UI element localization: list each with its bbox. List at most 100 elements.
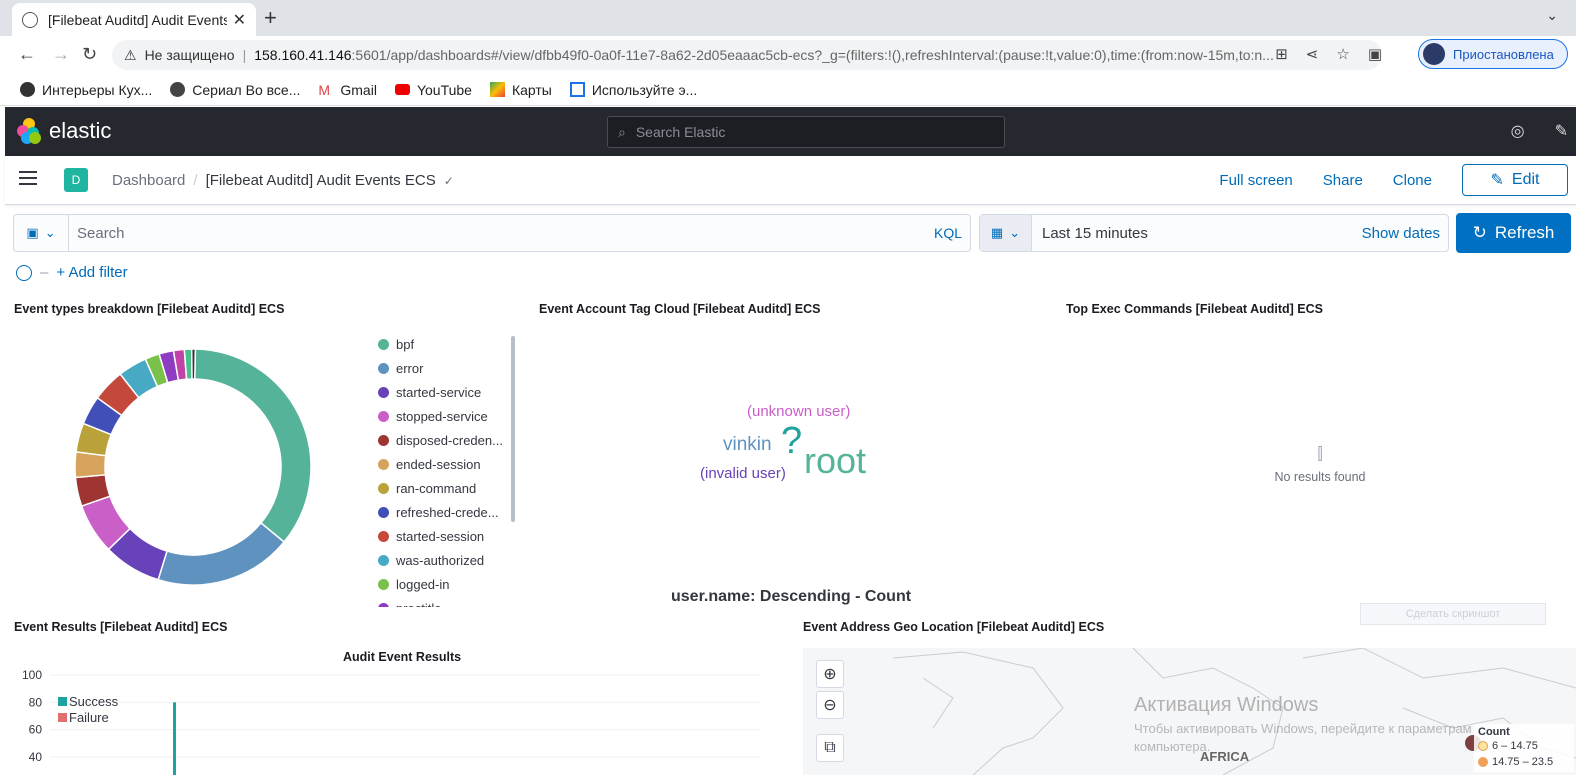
legend-item[interactable]: ended-session xyxy=(378,452,508,476)
new-tab-icon[interactable]: + xyxy=(264,5,277,31)
legend-item[interactable]: was-authorized xyxy=(378,548,508,572)
legend-item[interactable]: disposed-creden... xyxy=(378,428,508,452)
breadcrumb-dashboard[interactable]: Dashboard xyxy=(112,172,185,189)
legend-swatch xyxy=(1478,757,1488,767)
chevron-down-icon: ⌄ xyxy=(44,225,56,240)
legend-item[interactable]: refreshed-crede... xyxy=(378,500,508,524)
y-tick-label: 100 xyxy=(22,668,42,682)
bookmark-item[interactable]: Сериал Во все... xyxy=(170,82,300,98)
legend-scrollbar[interactable] xyxy=(511,336,515,522)
translate-icon[interactable]: ⊞ xyxy=(1275,45,1288,63)
browser-toolbar: ← → ↻ ⚠ Не защищено | 158.160.41.146 :56… xyxy=(0,36,1576,74)
time-range[interactable]: Last 15 minutes xyxy=(1032,225,1362,242)
pie-slice-error[interactable] xyxy=(157,521,286,586)
url-path: :5601/app/dashboards#/view/dfbb49f0-0a0f… xyxy=(351,47,1274,63)
space-avatar[interactable]: D xyxy=(64,168,88,192)
panel-title-event-results: Event Results [Filebeat Auditd] ECS xyxy=(14,620,228,634)
quick-menu-button[interactable]: ▦ ⌄ xyxy=(980,215,1032,251)
share-link[interactable]: Share xyxy=(1323,172,1363,189)
zoom-in-icon[interactable]: ⊕ xyxy=(816,660,844,688)
legend-item[interactable]: logged-in xyxy=(378,572,508,596)
warning-icon[interactable]: ⚠ xyxy=(124,47,137,64)
bookmark-star-icon[interactable]: ☆ xyxy=(1336,45,1349,63)
y-tick-label: 80 xyxy=(29,695,43,709)
legend-swatch-failure xyxy=(58,713,67,722)
legend-dot xyxy=(378,362,389,374)
tag-question[interactable]: ? xyxy=(781,420,802,463)
tab-search-chevron-icon[interactable]: ⌄ xyxy=(1546,7,1558,24)
edit-label: Edit xyxy=(1511,171,1540,188)
security-label[interactable]: Не защищено xyxy=(145,47,235,63)
tag-unknown-user[interactable]: (unknown user) xyxy=(747,403,850,420)
panel-title-top-exec: Top Exec Commands [Filebeat Auditd] ECS xyxy=(1066,302,1323,316)
breadcrumb-bar: D Dashboard / [Filebeat Auditd] Audit Ev… xyxy=(5,156,1576,205)
elastic-logo[interactable]: elastic xyxy=(17,118,111,144)
legend-label-failure[interactable]: Failure xyxy=(69,710,109,725)
tag-root[interactable]: root xyxy=(804,440,866,482)
bookmark-item[interactable]: Карты xyxy=(489,82,552,98)
back-icon[interactable]: ← xyxy=(18,44,36,65)
reload-icon[interactable]: ↻ xyxy=(82,44,97,65)
legend-item[interactable]: started-session xyxy=(378,524,508,548)
legend-dot xyxy=(378,578,389,590)
address-bar[interactable]: ⚠ Не защищено | 158.160.41.146 :5601/app… xyxy=(112,40,1382,70)
profile-button[interactable]: Приостановлена xyxy=(1418,39,1568,69)
divider: | xyxy=(242,47,247,63)
filter-menu-icon[interactable] xyxy=(16,264,32,281)
legend-item[interactable]: proctitle xyxy=(378,596,508,607)
close-tab-icon[interactable]: ✕ xyxy=(233,10,246,30)
fullscreen-link[interactable]: Full screen xyxy=(1219,172,1292,189)
bar-success[interactable] xyxy=(173,702,176,775)
elastic-wordmark: elastic xyxy=(49,118,112,143)
help-lifebuoy-icon[interactable]: ◎ xyxy=(1511,121,1525,141)
globe-icon xyxy=(170,82,186,97)
show-dates-link[interactable]: Show dates xyxy=(1362,225,1448,242)
legend-item[interactable]: bpf xyxy=(378,332,508,356)
pencil-icon: ✎ xyxy=(1490,172,1504,189)
legend-item[interactable]: error xyxy=(378,356,508,380)
global-search-input[interactable]: ⌕ Search Elastic xyxy=(607,116,1005,148)
saved-query-button[interactable]: ▣ ⌄ xyxy=(13,214,68,252)
legend-swatch-success xyxy=(58,697,67,706)
query-input[interactable]: Search KQL xyxy=(68,214,971,252)
results-chart-title: Audit Event Results xyxy=(343,650,462,664)
kql-toggle[interactable]: KQL xyxy=(934,225,962,241)
pie-slice-other-2[interactable] xyxy=(183,348,193,381)
legend-dot xyxy=(378,602,389,607)
pie-slice-other-3[interactable] xyxy=(190,348,197,380)
legend-item[interactable]: started-service xyxy=(378,380,508,404)
tag-invalid-user[interactable]: (invalid user) xyxy=(700,465,786,482)
header-actions: ◎ ✎ xyxy=(1511,121,1568,141)
legend-dot xyxy=(378,506,389,518)
newsfeed-icon[interactable]: ✎ xyxy=(1555,121,1568,141)
tag-vinkin[interactable]: vinkin xyxy=(723,434,772,456)
chart-empty-icon: ⫿ xyxy=(1317,446,1323,463)
bookmark-item[interactable]: Используйте э... xyxy=(569,82,697,98)
screenshot-button[interactable]: Сделать скриншот xyxy=(1360,603,1546,625)
legend-dot xyxy=(378,482,389,494)
refresh-button[interactable]: ↻ Refresh xyxy=(1456,213,1571,253)
zoom-out-icon[interactable]: ⊖ xyxy=(816,691,844,719)
sidepanel-icon[interactable]: ▣ xyxy=(1368,45,1382,63)
query-placeholder: Search xyxy=(77,224,125,242)
legend-item[interactable]: stopped-service xyxy=(378,404,508,428)
divider: – xyxy=(40,264,49,281)
pie-slice-bpf[interactable] xyxy=(193,348,312,544)
browser-tabstrip: [Filebeat Auditd] Audit Events ECS ✕ + ⌄ xyxy=(0,0,1576,36)
clone-link[interactable]: Clone xyxy=(1393,172,1432,189)
gmail-icon: M xyxy=(318,82,331,98)
menu-toggle-icon[interactable] xyxy=(19,171,37,185)
bookmark-item[interactable]: YouTube xyxy=(394,82,472,98)
map-legend-row: 14.75 – 23.5 xyxy=(1478,754,1570,770)
refresh-label: Refresh xyxy=(1494,223,1555,242)
legend-item[interactable]: ran-command xyxy=(378,476,508,500)
forward-icon[interactable]: → xyxy=(52,44,70,65)
crop-icon[interactable]: ⧉ xyxy=(816,734,844,762)
browser-tab[interactable]: [Filebeat Auditd] Audit Events ECS ✕ xyxy=(12,3,256,36)
bookmark-item[interactable]: M Gmail xyxy=(318,82,377,99)
legend-label-success[interactable]: Success xyxy=(69,694,119,709)
bookmark-item[interactable]: Интерьеры Кух... xyxy=(20,82,152,98)
edit-button[interactable]: ✎ Edit xyxy=(1462,164,1568,196)
add-filter-link[interactable]: + Add filter xyxy=(56,264,127,281)
share-icon[interactable]: ⋖ xyxy=(1306,45,1319,63)
